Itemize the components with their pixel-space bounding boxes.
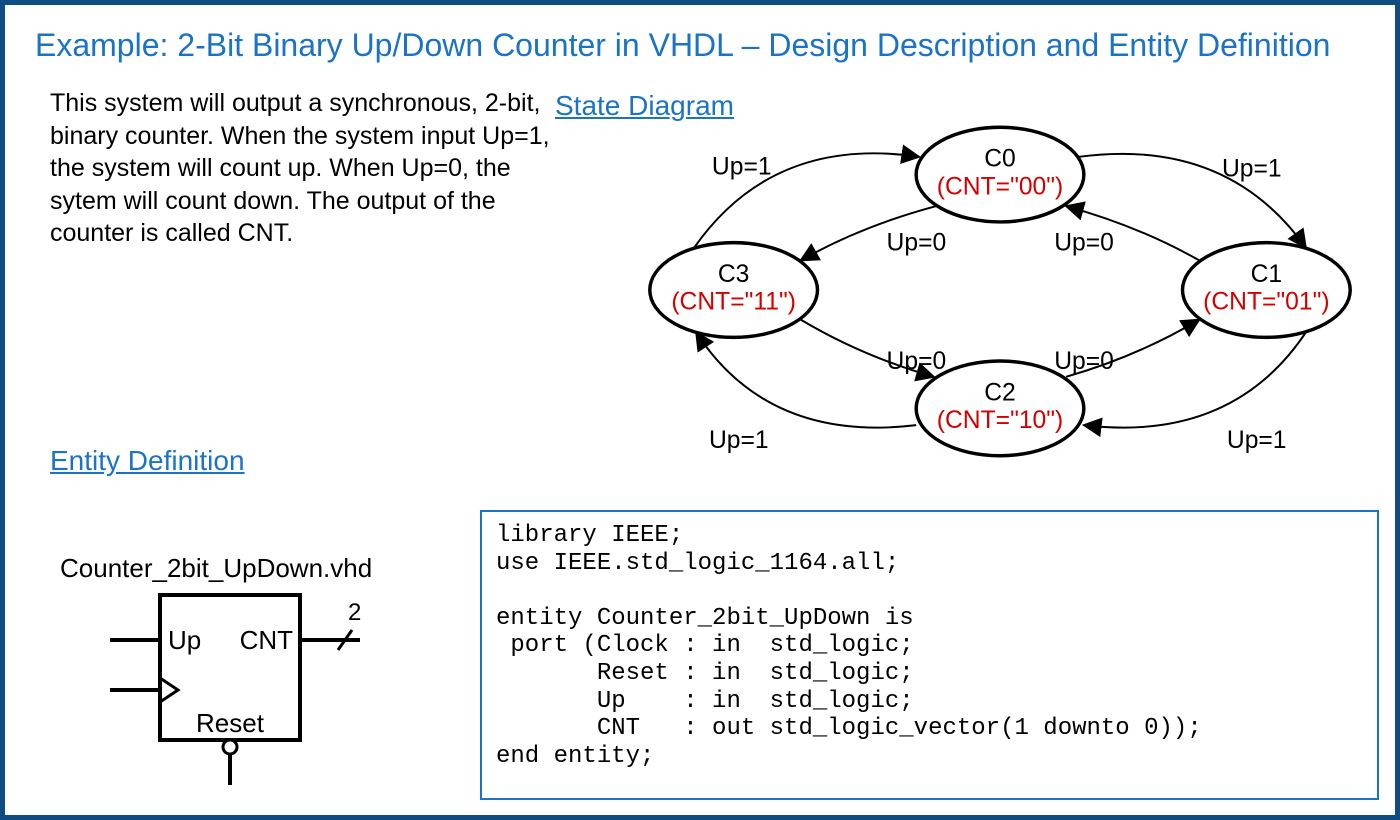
state-c2-output: (CNT="10") bbox=[937, 407, 1063, 434]
entity-block-diagram: Up Reset CNT 2 bbox=[100, 590, 400, 800]
edge-c1-c2-label: Up=1 bbox=[1227, 427, 1287, 454]
edge-c2-c1-label: Up=0 bbox=[1054, 348, 1114, 375]
edge-c0-c3-label: Up=0 bbox=[887, 230, 947, 257]
edge-c0-c1-label: Up=1 bbox=[1222, 156, 1282, 183]
edge-c3-c2-label: Up=0 bbox=[887, 348, 947, 375]
port-up-label: Up bbox=[168, 625, 201, 655]
design-description: This system will output a synchronous, 2… bbox=[50, 87, 550, 250]
port-reset-label: Reset bbox=[196, 708, 265, 738]
bus-width-label: 2 bbox=[348, 599, 361, 626]
state-c0-output: (CNT="00") bbox=[937, 173, 1063, 200]
state-c0-name: C0 bbox=[984, 146, 1016, 173]
state-c3-name: C3 bbox=[718, 261, 750, 288]
vhdl-filename: Counter_2bit_UpDown.vhd bbox=[60, 553, 372, 584]
state-c3-output: (CNT="11") bbox=[671, 289, 796, 316]
state-c1-name: C1 bbox=[1251, 261, 1283, 288]
edge-c1-c0-label: Up=0 bbox=[1054, 230, 1114, 257]
entity-definition-header: Entity Definition bbox=[50, 445, 245, 477]
state-diagram: C0 (CNT="00") C1 (CNT="01") C2 (CNT="10"… bbox=[635, 115, 1365, 465]
edge-c3-c0-label: Up=1 bbox=[712, 154, 772, 181]
state-c2-name: C2 bbox=[984, 379, 1016, 406]
state-c1-output: (CNT="01") bbox=[1203, 289, 1329, 316]
port-cnt-label: CNT bbox=[240, 625, 294, 655]
vhdl-code: library IEEE; use IEEE.std_logic_1164.al… bbox=[480, 510, 1379, 800]
edge-c2-c3-label: Up=1 bbox=[709, 427, 769, 454]
page-title: Example: 2-Bit Binary Up/Down Counter in… bbox=[5, 5, 1395, 64]
